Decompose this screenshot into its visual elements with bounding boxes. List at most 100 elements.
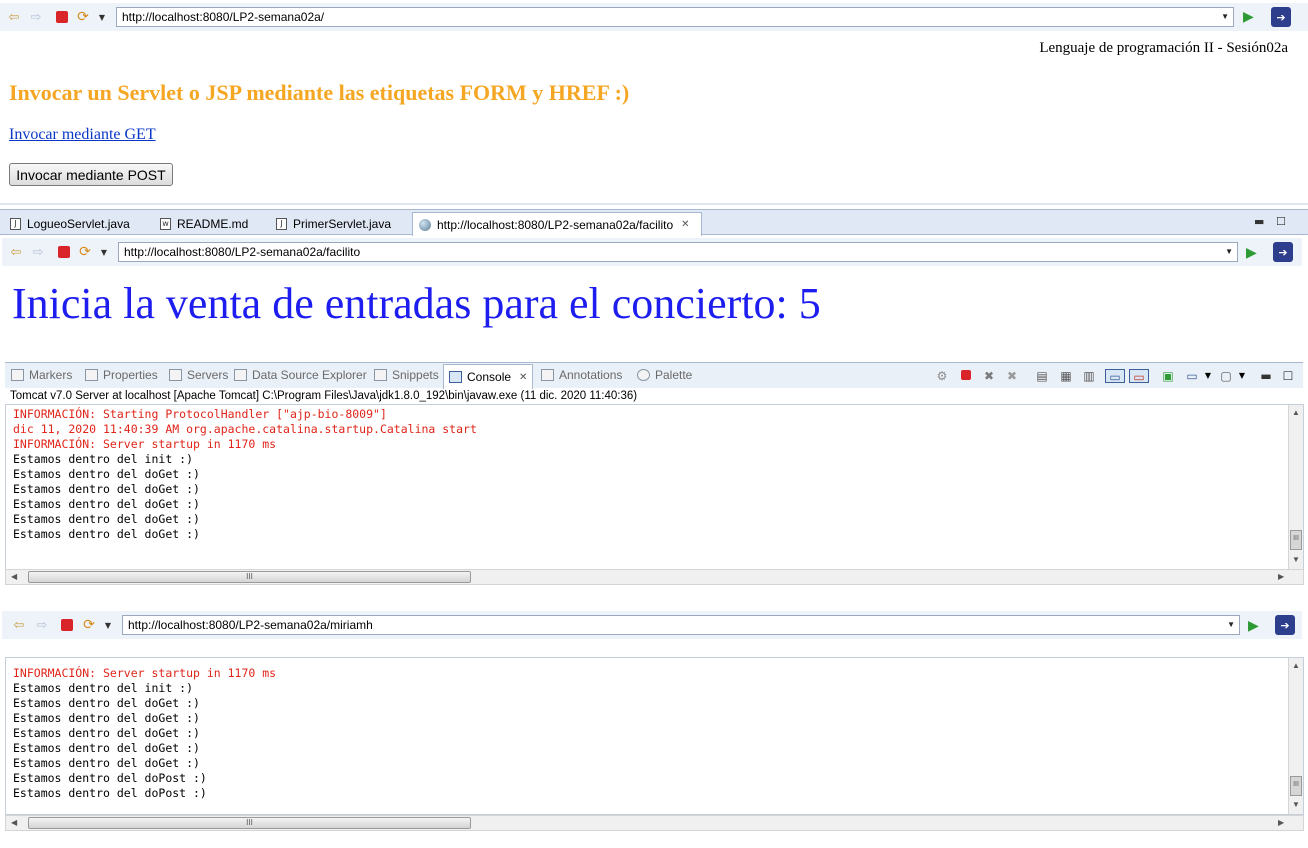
refresh-icon[interactable]: ⟳ bbox=[74, 8, 92, 26]
console-text: INFORMACIÓN: Starting ProtocolHandler ["… bbox=[13, 407, 477, 542]
post-button[interactable]: Invocar mediante POST bbox=[9, 163, 173, 186]
console-line: INFORMACIÓN: Server startup in 1170 ms bbox=[13, 437, 277, 451]
horizontal-scrollbar[interactable]: ◀ III ▶ bbox=[5, 569, 1304, 585]
chevron-down-icon[interactable]: ▼ bbox=[95, 243, 113, 261]
scroll-left-icon[interactable]: ◀ bbox=[11, 572, 17, 581]
display-console-icon[interactable]: ▭ bbox=[1185, 369, 1199, 383]
scroll-down-icon[interactable]: ▼ bbox=[1292, 800, 1300, 809]
tab-annotations[interactable]: Annotations bbox=[541, 368, 622, 382]
clear-console-icon[interactable]: ▤ bbox=[1035, 369, 1049, 383]
stop-icon[interactable] bbox=[56, 11, 68, 23]
scroll-up-icon[interactable]: ▲ bbox=[1292, 661, 1300, 670]
remove-launch-icon[interactable]: ✖ bbox=[982, 369, 996, 383]
scroll-thumb[interactable]: III bbox=[28, 571, 471, 583]
close-icon[interactable]: ✕ bbox=[519, 372, 527, 383]
back-icon[interactable]: ⇦ bbox=[7, 243, 25, 261]
console-description: Tomcat v7.0 Server at localhost [Apache … bbox=[10, 390, 638, 402]
show-stdout-icon[interactable]: ▭ bbox=[1105, 369, 1125, 384]
views-tab-bar: Markers Properties Servers Data Source E… bbox=[5, 362, 1303, 389]
disconnect-icon[interactable]: ⚙ bbox=[935, 369, 949, 383]
refresh-icon[interactable]: ⟳ bbox=[80, 616, 98, 634]
scroll-left-icon[interactable]: ◀ bbox=[11, 818, 17, 827]
url-input[interactable]: http://localhost:8080/LP2-semana02a/faci… bbox=[118, 242, 1238, 262]
scroll-right-icon[interactable]: ▶ bbox=[1278, 572, 1284, 581]
terminate-icon[interactable] bbox=[959, 369, 973, 383]
close-icon[interactable]: ✕ bbox=[681, 219, 689, 230]
tab-snippets[interactable]: Snippets bbox=[374, 368, 439, 382]
tab-servers[interactable]: Servers bbox=[169, 368, 228, 382]
tab-palette[interactable]: Palette bbox=[637, 368, 692, 382]
vertical-scrollbar[interactable]: ▲ III ▼ bbox=[1288, 658, 1303, 814]
scroll-right-icon[interactable]: ▶ bbox=[1278, 818, 1284, 827]
console-line: dic 11, 2020 11:40:39 AM org.apache.cata… bbox=[13, 422, 477, 436]
servers-icon bbox=[169, 369, 182, 381]
vertical-scrollbar[interactable]: ▲ III ▼ bbox=[1288, 405, 1303, 569]
get-link[interactable]: Invocar mediante GET bbox=[9, 126, 156, 144]
pin-console-icon[interactable]: ▣ bbox=[1161, 369, 1175, 383]
forward-icon[interactable]: ⇨ bbox=[33, 616, 51, 634]
console-line: Estamos dentro del doGet :) bbox=[13, 512, 200, 526]
url-input[interactable]: http://localhost:8080/LP2-semana02a/ ▼ bbox=[116, 7, 1234, 27]
eclipse-icon[interactable]: ➔ bbox=[1271, 7, 1291, 27]
chevron-down-icon[interactable]: ▼ bbox=[1235, 369, 1249, 383]
tab-label: PrimerServlet.java bbox=[293, 217, 392, 231]
tab-console[interactable]: Console ✕ bbox=[443, 364, 534, 389]
tab-readme[interactable]: w README.md bbox=[154, 213, 264, 235]
text-file-icon: w bbox=[160, 218, 171, 230]
chevron-down-icon[interactable]: ▼ bbox=[1221, 8, 1229, 26]
minimize-icon[interactable]: ▬ bbox=[1254, 215, 1264, 228]
scroll-thumb[interactable]: III bbox=[28, 817, 471, 829]
tab-data-source-explorer[interactable]: Data Source Explorer bbox=[234, 368, 367, 382]
word-wrap-icon[interactable]: ▥ bbox=[1082, 369, 1096, 383]
chevron-down-icon[interactable]: ▼ bbox=[99, 616, 117, 634]
horizontal-scrollbar[interactable]: ◀ III ▶ bbox=[5, 815, 1304, 831]
console-line: Estamos dentro del doGet :) bbox=[13, 467, 200, 481]
annotations-icon bbox=[541, 369, 554, 381]
console-line: INFORMACIÓN: Starting ProtocolHandler ["… bbox=[13, 407, 387, 421]
console-output[interactable]: INFORMACIÓN: Starting ProtocolHandler ["… bbox=[5, 404, 1304, 570]
scroll-down-icon[interactable]: ▼ bbox=[1292, 555, 1300, 564]
forward-icon[interactable]: ⇨ bbox=[27, 8, 45, 26]
console-output[interactable]: INFORMACIÓN: Server startup in 1170 ms Es… bbox=[5, 657, 1304, 815]
tab-markers[interactable]: Markers bbox=[11, 368, 72, 382]
chevron-down-icon[interactable]: ▼ bbox=[1201, 369, 1215, 383]
maximize-icon[interactable]: ☐ bbox=[1281, 369, 1295, 383]
chevron-down-icon[interactable]: ▼ bbox=[93, 8, 111, 26]
chevron-down-icon[interactable]: ▼ bbox=[1227, 616, 1235, 634]
scroll-thumb[interactable]: III bbox=[1290, 530, 1302, 550]
tab-browser-facilito[interactable]: http://localhost:8080/LP2-semana02a/faci… bbox=[412, 212, 702, 236]
forward-icon[interactable]: ⇨ bbox=[29, 243, 47, 261]
console-line: Estamos dentro del doGet :) bbox=[13, 527, 200, 541]
eclipse-icon[interactable]: ➔ bbox=[1275, 615, 1295, 635]
url-input[interactable]: http://localhost:8080/LP2-semana02a/miri… bbox=[122, 615, 1240, 635]
refresh-icon[interactable]: ⟳ bbox=[76, 243, 94, 261]
tab-label: Console bbox=[467, 370, 512, 384]
minimize-icon[interactable]: ▬ bbox=[1259, 369, 1273, 383]
globe-icon bbox=[419, 218, 431, 231]
tab-label: Palette bbox=[655, 368, 693, 382]
remove-all-icon[interactable]: ✖ bbox=[1005, 369, 1019, 383]
eclipse-icon[interactable]: ➔ bbox=[1273, 242, 1293, 262]
tab-properties[interactable]: Properties bbox=[85, 368, 158, 382]
open-console-icon[interactable]: ▢ bbox=[1219, 369, 1233, 383]
back-icon[interactable]: ⇦ bbox=[10, 616, 28, 634]
scroll-thumb[interactable]: III bbox=[1290, 776, 1302, 796]
console-text: INFORMACIÓN: Server startup in 1170 ms Es… bbox=[13, 666, 276, 801]
tab-label: Data Source Explorer bbox=[252, 368, 367, 382]
tab-logueo-servlet[interactable]: J LogueoServlet.java bbox=[4, 213, 142, 235]
stop-icon[interactable] bbox=[61, 619, 73, 631]
console-icon bbox=[449, 371, 462, 383]
stop-icon[interactable] bbox=[58, 246, 70, 258]
back-icon[interactable]: ⇦ bbox=[5, 8, 23, 26]
scroll-up-icon[interactable]: ▲ bbox=[1292, 408, 1300, 417]
chevron-down-icon[interactable]: ▼ bbox=[1225, 243, 1233, 261]
go-icon[interactable]: ▶ bbox=[1248, 617, 1259, 634]
tab-primer-servlet[interactable]: J PrimerServlet.java bbox=[270, 213, 410, 235]
go-icon[interactable]: ▶ bbox=[1243, 8, 1254, 25]
maximize-icon[interactable]: ☐ bbox=[1276, 215, 1286, 228]
go-icon[interactable]: ▶ bbox=[1246, 244, 1257, 261]
browser-toolbar: ⇦ ⇨ ⟳ ▼ http://localhost:8080/LP2-semana… bbox=[2, 611, 1302, 639]
show-stderr-icon[interactable]: ▭ bbox=[1129, 369, 1149, 384]
scroll-lock-icon[interactable]: ▦ bbox=[1059, 369, 1073, 383]
tab-label: README.md bbox=[177, 217, 249, 231]
